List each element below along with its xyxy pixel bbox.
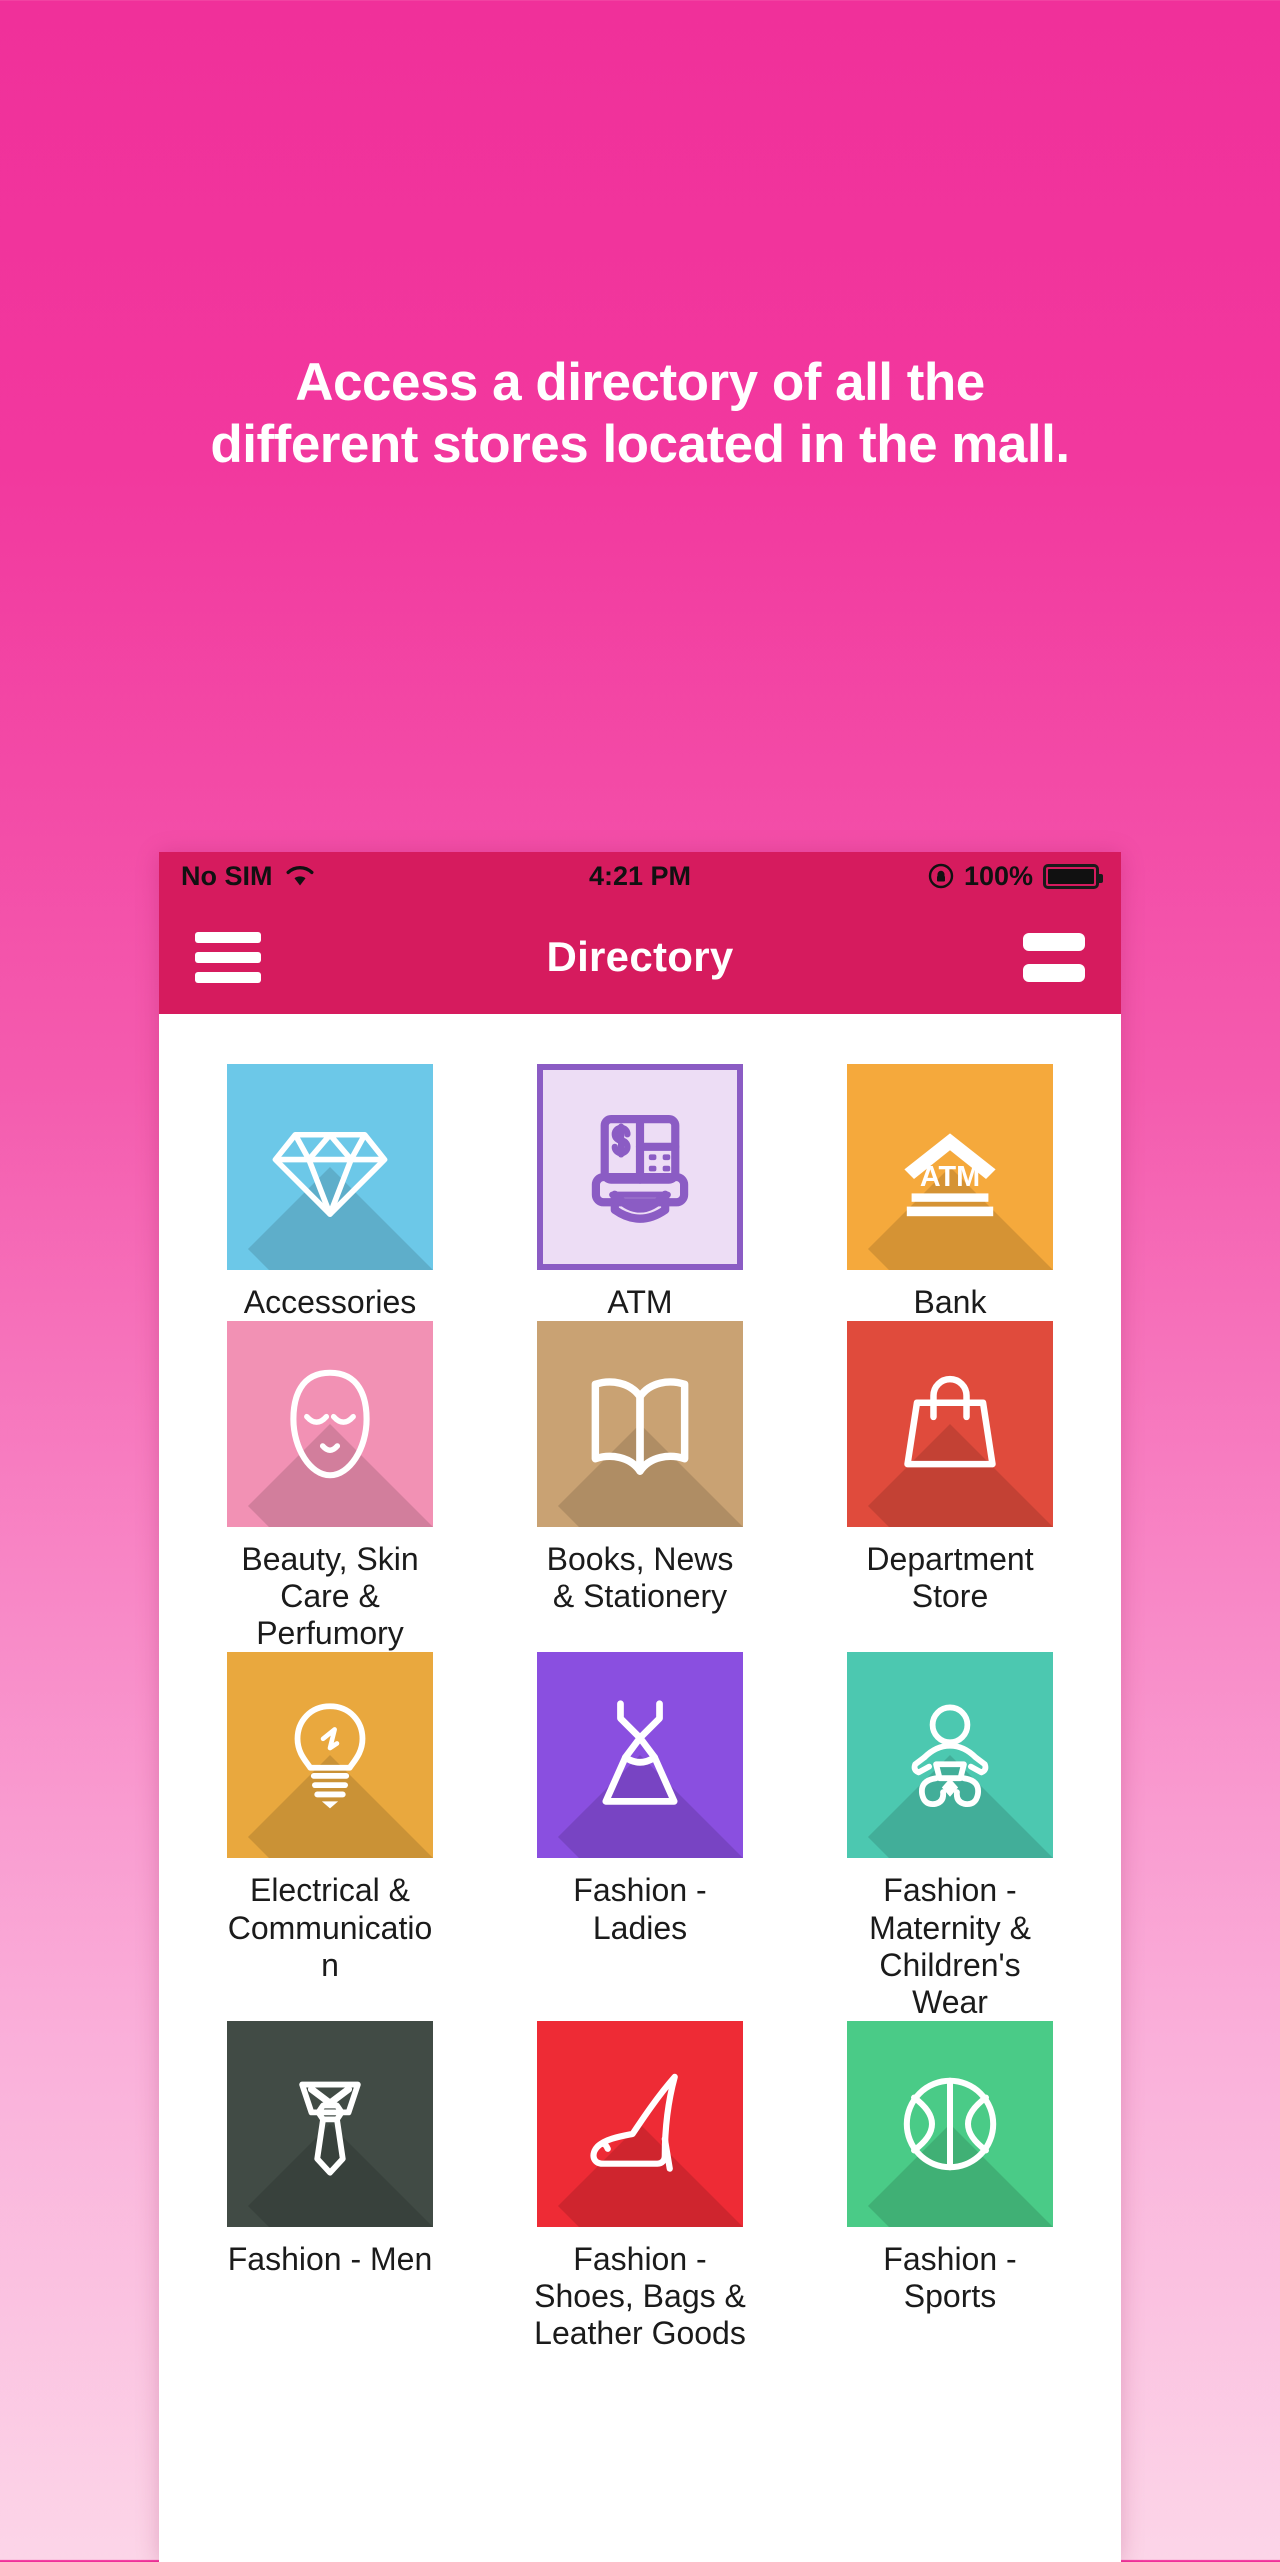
- directory-item[interactable]: Department Store: [823, 1321, 1077, 1652]
- basketball-icon: [847, 2021, 1053, 2227]
- category-tile[interactable]: [227, 1321, 433, 1528]
- page-title: Directory: [546, 933, 734, 980]
- app-nav-bar: Directory: [159, 900, 1121, 1014]
- dress-icon: [537, 1652, 743, 1858]
- directory-item[interactable]: Electrical & Communication: [203, 1652, 457, 2020]
- directory-item[interactable]: Fashion - Sports: [823, 2020, 1077, 2352]
- category-label: ATM: [607, 1284, 673, 1320]
- directory-item[interactable]: Fashion - Shoes, Bags & Leather Goods: [513, 2020, 767, 2352]
- directory-item[interactable]: Books, News & Stationery: [513, 1321, 767, 1652]
- page-headline: Access a directory of all the different …: [0, 352, 1280, 476]
- category-tile[interactable]: ATM: [847, 1064, 1053, 1270]
- category-label: Beauty, Skin Care & Perfumory: [241, 1541, 419, 1652]
- list-view-icon[interactable]: [1023, 932, 1085, 982]
- directory-item[interactable]: Beauty, Skin Care & Perfumory: [203, 1321, 457, 1652]
- directory-item[interactable]: Fashion - Ladies: [513, 1652, 767, 2020]
- headline-line-1: Access a directory of all the: [295, 353, 985, 412]
- category-tile[interactable]: [227, 1064, 433, 1270]
- category-tile[interactable]: [847, 2020, 1053, 2227]
- directory-grid: Accessories ATM ATM Bank Beauty, Skin Ca…: [159, 1014, 1121, 2352]
- high-heel-shoe-icon: [537, 2021, 743, 2227]
- directory-item[interactable]: ATM: [513, 1064, 767, 1321]
- category-label: Electrical & Communication: [227, 1872, 433, 1983]
- hamburger-menu-icon[interactable]: [195, 931, 261, 983]
- carrier-label: No SIM: [181, 860, 273, 891]
- open-book-icon: [537, 1321, 743, 1527]
- category-label: Bank: [913, 1284, 987, 1320]
- headline-line-2: different stores located in the mall.: [210, 415, 1070, 474]
- category-tile[interactable]: [847, 1652, 1053, 1859]
- directory-item[interactable]: Fashion - Men: [203, 2020, 457, 2352]
- category-tile[interactable]: [227, 1652, 433, 1859]
- category-label: Fashion - Men: [227, 2240, 433, 2277]
- bank-building-icon: ATM: [847, 1064, 1053, 1270]
- lightbulb-icon: [227, 1652, 433, 1858]
- battery-icon: [1043, 863, 1103, 889]
- category-tile[interactable]: [537, 1321, 743, 1528]
- atm-machine-icon: [543, 1070, 737, 1264]
- diamond-icon: [227, 1064, 433, 1270]
- shopping-bag-icon: [847, 1321, 1053, 1527]
- category-tile[interactable]: [537, 2020, 743, 2227]
- category-tile[interactable]: [227, 2020, 433, 2227]
- directory-item[interactable]: Fashion - Maternity & Children's Wear: [823, 1652, 1077, 2020]
- category-label: Fashion - Ladies: [573, 1872, 707, 1946]
- battery-percent-label: 100%: [963, 860, 1033, 891]
- status-bar: No SIM 4:21 PM 100%: [159, 852, 1121, 900]
- phone-mockup: No SIM 4:21 PM 100% Directory Accessorie…: [159, 852, 1121, 2562]
- baby-icon: [847, 1652, 1053, 1858]
- category-label: Fashion - Sports: [883, 2240, 1017, 2314]
- category-label: Department Store: [866, 1541, 1034, 1615]
- wifi-icon: [285, 864, 315, 888]
- category-tile[interactable]: [847, 1321, 1053, 1528]
- category-label: Books, News & Stationery: [546, 1541, 734, 1615]
- category-tile[interactable]: [537, 1064, 743, 1270]
- necktie-icon: [227, 2021, 433, 2227]
- status-bar-right: 100%: [928, 860, 1103, 892]
- directory-item[interactable]: Accessories: [203, 1064, 457, 1321]
- category-tile[interactable]: [537, 1652, 743, 1859]
- status-bar-left: No SIM: [181, 861, 315, 892]
- face-icon: [227, 1321, 433, 1527]
- directory-item[interactable]: ATM Bank: [823, 1064, 1077, 1321]
- category-label: Accessories: [243, 1284, 417, 1320]
- category-label: Fashion - Shoes, Bags & Leather Goods: [534, 2240, 746, 2352]
- rotation-lock-icon: [928, 863, 954, 889]
- category-label: Fashion - Maternity & Children's Wear: [869, 1872, 1031, 2020]
- svg-text:ATM: ATM: [920, 1161, 980, 1193]
